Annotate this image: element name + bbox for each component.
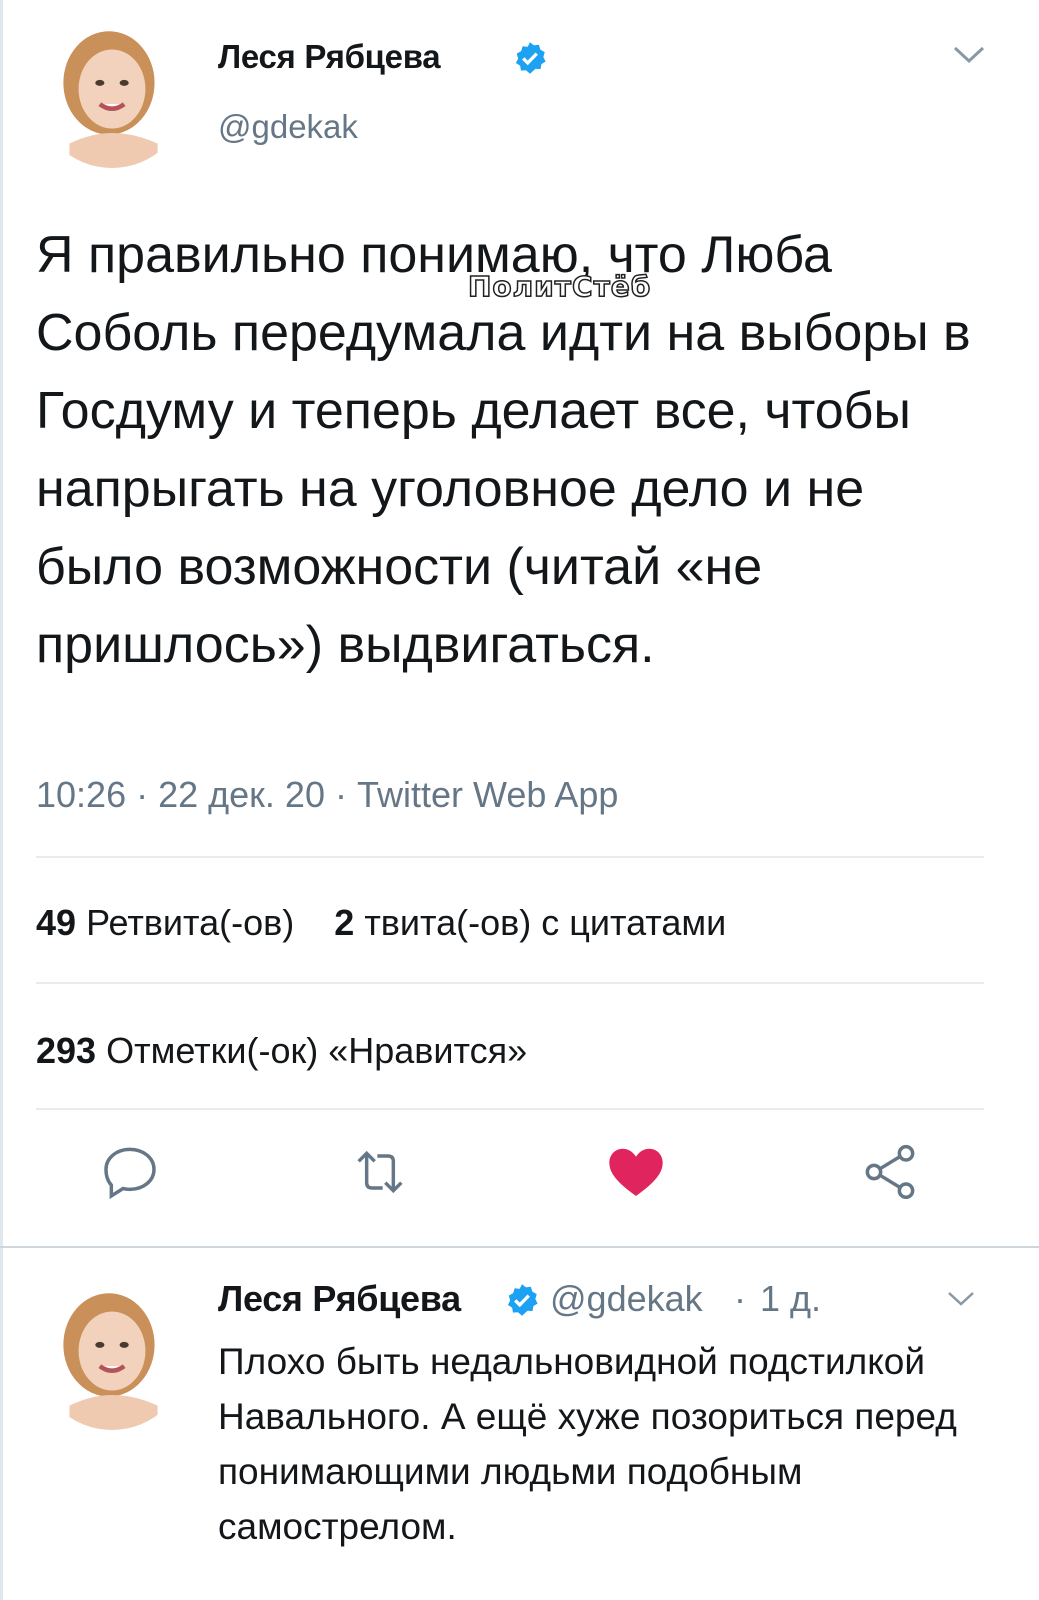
author-handle[interactable]: @gdekak	[218, 108, 358, 146]
tweet-time: 10:26	[36, 774, 127, 815]
author-avatar[interactable]	[36, 16, 188, 168]
tweet-timestamp[interactable]: 10:26 · 22 дек. 20 · Twitter Web App	[36, 774, 618, 816]
divider	[36, 982, 984, 984]
retweets-stat[interactable]: 49 Ретвита(-ов)	[36, 902, 294, 943]
avatar-portrait-icon	[36, 1278, 188, 1430]
divider	[36, 856, 984, 858]
likes-count: 293	[36, 1030, 97, 1071]
retweet-stats-row: 49 Ретвита(-ов) 2 твита(-ов) с цитатами	[36, 902, 726, 944]
chevron-down-icon[interactable]	[952, 44, 986, 66]
retweets-label: Ретвита(-ов)	[86, 902, 295, 943]
watermark-text: ПолитСтёб	[467, 269, 652, 304]
verified-badge-icon	[515, 42, 546, 74]
chevron-down-icon[interactable]	[946, 1290, 976, 1308]
tweet-actions	[0, 1140, 1039, 1220]
verified-badge-icon	[507, 1284, 538, 1316]
likes-stats-row[interactable]: 293 Отметки(-ок) «Нравится»	[36, 1030, 527, 1072]
reply-time-ago[interactable]: 1 д.	[760, 1278, 821, 1320]
share-nodes-icon[interactable]	[858, 1140, 922, 1204]
heart-icon[interactable]	[604, 1140, 668, 1204]
speech-bubble-icon[interactable]	[98, 1140, 162, 1204]
meta-separator: ·	[136, 774, 159, 815]
reply-author-avatar[interactable]	[36, 1278, 188, 1430]
meta-separator: ·	[335, 774, 357, 815]
tweet-source[interactable]: Twitter Web App	[357, 774, 618, 815]
reply-author-name-text: Леся Рябцева	[218, 1278, 461, 1319]
avatar-portrait-icon	[36, 16, 188, 168]
reply-tweet-text: Плохо быть недальновидной подстилкой Нав…	[218, 1341, 957, 1547]
quotes-stat[interactable]: 2 твита(-ов) с цитатами	[334, 902, 726, 943]
tweet-separator	[0, 1246, 1039, 1248]
retweet-arrows-icon[interactable]	[348, 1140, 412, 1204]
quotes-label: твита(-ов) с цитатами	[364, 902, 727, 943]
divider	[36, 1108, 984, 1110]
retweets-count: 49	[36, 902, 77, 943]
main-tweet: Леся Рябцева @gdekak Я правильно понимаю…	[0, 0, 1039, 1248]
likes-label: Отметки(-ок) «Нравится»	[106, 1030, 528, 1071]
tweet-date: 22 дек. 20	[158, 774, 325, 815]
quotes-count: 2	[334, 902, 355, 943]
reply-author-handle[interactable]: @gdekak	[550, 1278, 703, 1320]
author-name[interactable]: Леся Рябцева	[218, 38, 441, 76]
meta-separator: ·	[734, 1278, 746, 1319]
reply-author-name[interactable]: Леся Рябцева	[218, 1278, 461, 1320]
